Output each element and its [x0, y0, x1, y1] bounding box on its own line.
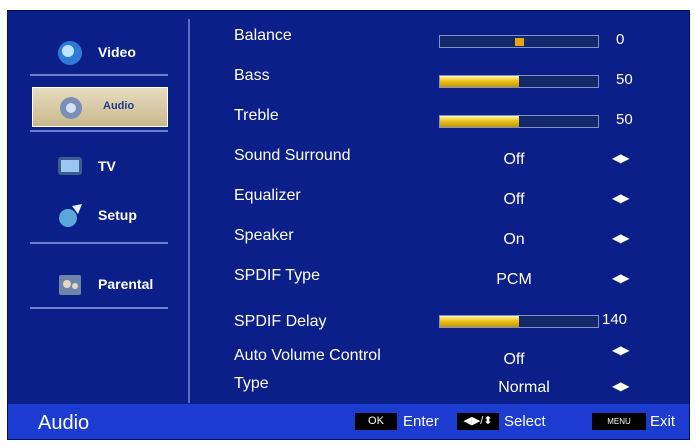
- menu-row-bass[interactable]: Bass 50: [234, 61, 684, 91]
- sidebar-divider: [30, 307, 168, 309]
- menu-row-spdif-delay[interactable]: SPDIF Delay 140: [234, 301, 684, 331]
- bass-slider[interactable]: [439, 75, 599, 88]
- exit-label: Exit: [650, 413, 676, 430]
- sidebar: Video Audio TV Setup Parental: [8, 11, 188, 403]
- sidebar-item-video[interactable]: Video: [32, 33, 168, 73]
- ok-key[interactable]: OK: [355, 413, 397, 430]
- left-right-arrows-icon[interactable]: ◀▶: [612, 379, 629, 393]
- left-right-arrows-icon[interactable]: ◀▶: [612, 151, 629, 165]
- sidebar-divider: [30, 242, 168, 244]
- sidebar-divider: [30, 130, 168, 132]
- left-right-arrows-icon[interactable]: ◀▶: [612, 191, 629, 205]
- menu-row-spdif-type[interactable]: SPDIF Type PCM ◀▶: [234, 261, 684, 291]
- page-title: Audio: [38, 412, 90, 434]
- menu-row-auto-volume-control[interactable]: Auto Volume Control Off ◀▶: [234, 341, 684, 371]
- navigate-arrows-icon[interactable]: ◀▶/⬍: [457, 413, 499, 430]
- setup-icon: [59, 204, 82, 227]
- left-right-arrows-icon[interactable]: ◀▶: [612, 231, 629, 245]
- menu-row-equalizer[interactable]: Equalizer Off ◀▶: [234, 181, 684, 211]
- audio-icon: [60, 97, 82, 119]
- bass-slider-fill: [440, 76, 519, 87]
- sidebar-item-parental[interactable]: Parental: [32, 265, 168, 305]
- menu-row-sound-surround[interactable]: Sound Surround Off ◀▶: [234, 141, 684, 171]
- footer-bar: Audio OK Enter ◀▶/⬍ Select MENU Exit: [8, 404, 689, 439]
- treble-slider-fill: [440, 116, 519, 127]
- balance-slider-knob[interactable]: [515, 38, 524, 46]
- video-icon: [58, 41, 82, 65]
- menu-row-balance[interactable]: Balance 0: [234, 21, 684, 51]
- sidebar-item-setup[interactable]: Setup: [32, 196, 168, 236]
- audio-menu-screen: Video Audio TV Setup Parental Balance 0 …: [7, 10, 690, 440]
- sidebar-divider: [30, 74, 168, 76]
- select-label: Select: [504, 413, 546, 430]
- menu-row-speaker[interactable]: Speaker On ◀▶: [234, 221, 684, 251]
- treble-slider[interactable]: [439, 115, 599, 128]
- menu-key[interactable]: MENU: [592, 413, 646, 430]
- tv-icon: [58, 157, 82, 175]
- menu-row-type[interactable]: Type Normal ◀▶: [234, 369, 684, 399]
- left-right-arrows-icon[interactable]: ◀▶: [612, 343, 629, 357]
- spdif-delay-slider[interactable]: [439, 315, 599, 328]
- sidebar-item-tv[interactable]: TV: [32, 147, 168, 187]
- sidebar-item-audio[interactable]: Audio: [32, 87, 168, 127]
- vertical-divider: [188, 19, 190, 403]
- enter-label: Enter: [403, 413, 439, 430]
- balance-slider[interactable]: [439, 35, 599, 48]
- spdif-delay-slider-fill: [440, 316, 519, 327]
- left-right-arrows-icon[interactable]: ◀▶: [612, 271, 629, 285]
- parental-icon: [59, 275, 81, 295]
- menu-row-treble[interactable]: Treble 50: [234, 101, 684, 131]
